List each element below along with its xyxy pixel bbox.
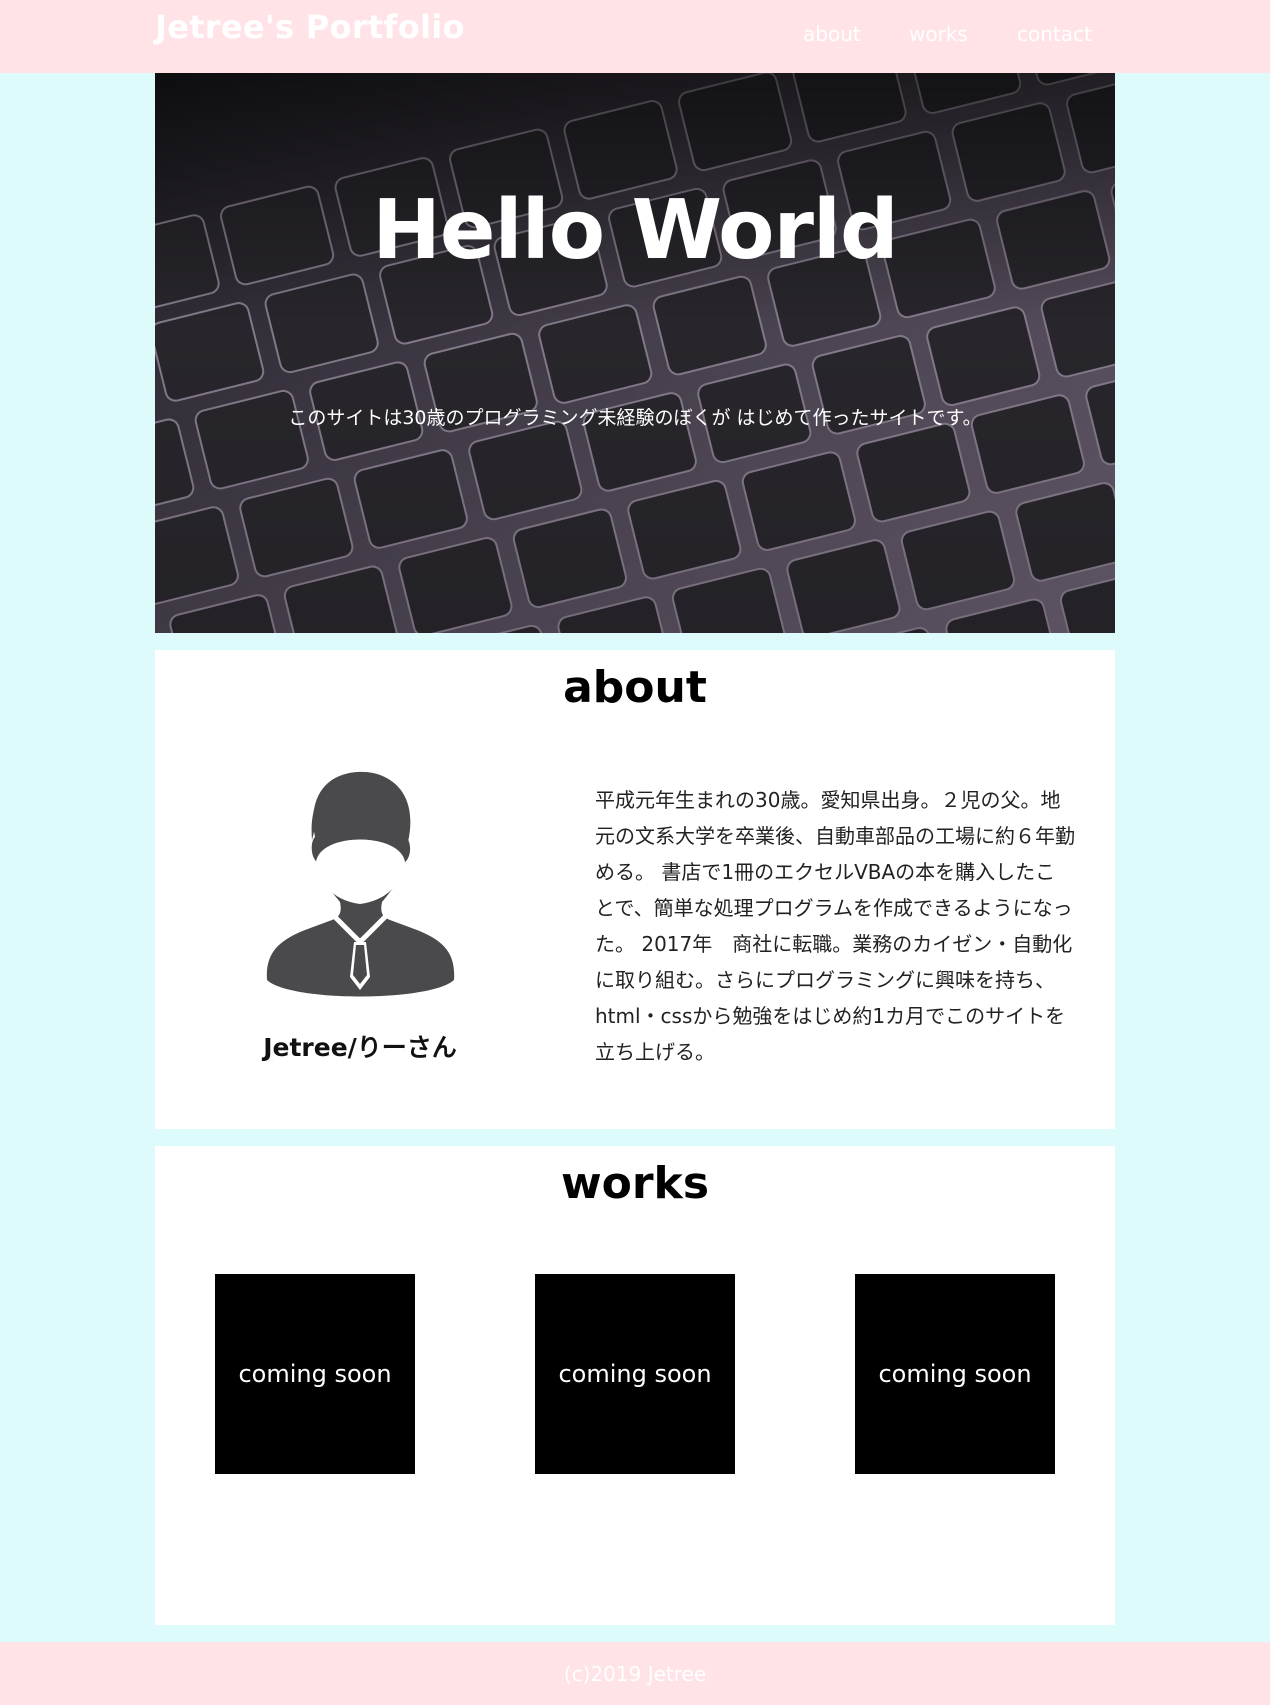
site-footer: (c)2019 Jetree <box>0 1642 1270 1705</box>
nav-link-works[interactable]: works <box>909 22 968 46</box>
work-card-label: coming soon <box>558 1360 712 1388</box>
work-card-label: coming soon <box>878 1360 1032 1388</box>
about-bio-text: 平成元年生まれの30歳。愛知県出身。２児の父。地元の文系大学を卒業後、自動車部品… <box>595 788 1075 1064</box>
works-section: works coming soon coming soon coming soo… <box>155 1146 1115 1625</box>
about-section: about Jetree/りーさん 平成元年生まれの30歳。愛知県出身。２児の父… <box>155 650 1115 1129</box>
hero-title: Hello World <box>372 183 898 278</box>
work-card[interactable]: coming soon <box>215 1274 415 1474</box>
keyboard-background-image <box>155 73 1115 633</box>
main-nav: about works contact <box>0 22 1270 52</box>
work-card[interactable]: coming soon <box>855 1274 1055 1474</box>
work-card-label: coming soon <box>238 1360 392 1388</box>
nav-link-about[interactable]: about <box>803 22 861 46</box>
person-name: Jetree/りーさん <box>263 1033 457 1062</box>
hero-section: Hello World このサイトは30歳のプログラミング未経験のぼくが はじめ… <box>155 73 1115 633</box>
site-header: Jetree's Portfolio about works contact <box>0 0 1270 73</box>
about-heading: about <box>563 662 707 713</box>
hero-subtitle: このサイトは30歳のプログラミング未経験のぼくが はじめて作ったサイトです。 <box>288 407 982 429</box>
copyright-text: (c)2019 Jetree <box>563 1662 707 1686</box>
work-card[interactable]: coming soon <box>535 1274 735 1474</box>
works-heading: works <box>560 1158 710 1209</box>
person-avatar-icon <box>266 771 455 997</box>
nav-link-contact[interactable]: contact <box>1017 22 1092 46</box>
